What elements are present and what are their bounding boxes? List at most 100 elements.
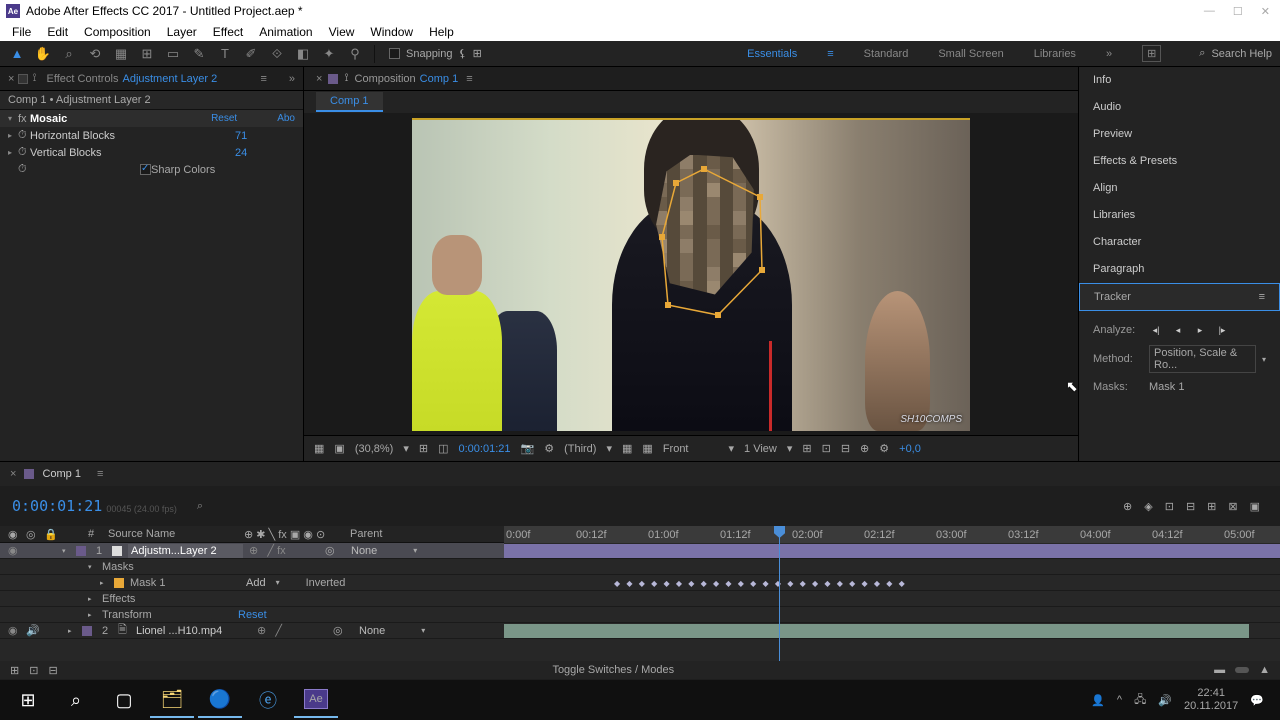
menu-window[interactable]: Window: [364, 25, 419, 39]
sharp-colors-checkbox[interactable]: [140, 164, 151, 175]
vc-icon[interactable]: ⊕: [860, 442, 869, 455]
tl-tool-icon[interactable]: ⊟: [1186, 500, 1195, 513]
tl-footer-icon[interactable]: ⊡: [29, 664, 38, 677]
panel-tracker[interactable]: Tracker≡: [1079, 283, 1280, 311]
tray-people-icon[interactable]: 👤: [1091, 694, 1105, 707]
zoom-in-icon[interactable]: ▲: [1259, 664, 1270, 676]
zoom-slider[interactable]: [1235, 667, 1249, 673]
prop-value[interactable]: 71: [235, 130, 295, 142]
panel-align[interactable]: Align: [1079, 175, 1280, 202]
start-button[interactable]: ⊞: [6, 682, 50, 718]
tray-volume-icon[interactable]: 🔊: [1158, 694, 1172, 707]
vc-icon[interactable]: ⊟: [841, 442, 850, 455]
toggle-switches[interactable]: Toggle Switches / Modes: [552, 664, 674, 676]
zoom-out-icon[interactable]: ▬: [1214, 664, 1225, 676]
mask-name[interactable]: Mask 1: [130, 577, 240, 589]
workspace-small-screen[interactable]: Small Screen: [938, 48, 1003, 60]
analyze-forward-one[interactable]: |▸: [1215, 323, 1229, 337]
menu-effect[interactable]: Effect: [207, 25, 249, 39]
selection-tool[interactable]: ▲: [8, 45, 26, 63]
panel-audio[interactable]: Audio: [1079, 94, 1280, 121]
parent-dropdown[interactable]: None: [351, 545, 377, 557]
chrome-icon[interactable]: 🔵: [198, 682, 242, 718]
explorer-icon[interactable]: 🗂: [150, 682, 194, 718]
panel-character[interactable]: Character: [1079, 229, 1280, 256]
task-view-button[interactable]: ▢: [102, 682, 146, 718]
twisty-icon[interactable]: ▸: [8, 148, 18, 157]
stopwatch-icon[interactable]: ⏱: [18, 146, 30, 159]
vc-icon[interactable]: ⚙: [544, 442, 554, 455]
timeline-tracks[interactable]: 0:00f 00:12f 01:00f 01:12f 02:00f 02:12f…: [504, 526, 1280, 661]
menu-composition[interactable]: Composition: [78, 25, 157, 39]
panel-paragraph[interactable]: Paragraph: [1079, 256, 1280, 283]
menu-file[interactable]: File: [6, 25, 37, 39]
effects-group[interactable]: ▸ Effects: [0, 591, 504, 607]
comp-subtab[interactable]: Comp 1: [316, 92, 383, 112]
vc-icon[interactable]: ◫: [438, 442, 448, 455]
stopwatch-icon[interactable]: ⏱: [18, 129, 30, 142]
zoom-value[interactable]: (30,8%): [355, 443, 394, 455]
timeline-tab[interactable]: Comp 1: [42, 468, 81, 480]
resolution-dropdown[interactable]: (Third): [564, 443, 596, 455]
fx-icon[interactable]: fx: [18, 113, 30, 125]
twisty-icon[interactable]: ▾: [62, 547, 70, 555]
tl-tool-icon[interactable]: ◈: [1144, 500, 1152, 513]
views-dropdown[interactable]: 1 View: [744, 443, 777, 455]
layer-row-1[interactable]: ◉ ▾ 1 Adjustm...Layer 2 ⊕ ╱ fx ◎ None▾: [0, 543, 504, 559]
panel-menu-icon[interactable]: ≡: [97, 468, 103, 480]
pan-behind-tool[interactable]: ⊞: [138, 45, 156, 63]
panel-preview[interactable]: Preview: [1079, 121, 1280, 148]
tl-footer-icon[interactable]: ⊟: [48, 664, 57, 677]
eye-col-icon[interactable]: ◉: [8, 528, 20, 541]
panel-effects-presets[interactable]: Effects & Presets: [1079, 148, 1280, 175]
after-effects-icon[interactable]: Ae: [294, 682, 338, 718]
close-button[interactable]: ✕: [1261, 5, 1270, 18]
clone-tool[interactable]: ⟐: [268, 45, 286, 63]
lock-icon[interactable]: ⟟: [344, 72, 348, 85]
workspace-menu-icon[interactable]: ≡: [827, 48, 833, 60]
tray-notifications-icon[interactable]: 💬: [1250, 694, 1264, 707]
analyze-back-one[interactable]: ◂|: [1149, 323, 1163, 337]
tl-tool-icon[interactable]: ⊕: [1123, 500, 1132, 513]
tray-network-icon[interactable]: 🖧: [1134, 691, 1146, 710]
timeline-search-icon[interactable]: ⌕: [197, 500, 203, 513]
pen-tool[interactable]: ✎: [190, 45, 208, 63]
tl-tool-icon[interactable]: ⊠: [1228, 500, 1237, 513]
menu-layer[interactable]: Layer: [161, 25, 203, 39]
menu-edit[interactable]: Edit: [41, 25, 74, 39]
twisty-icon[interactable]: ▾: [8, 114, 18, 123]
vc-icon[interactable]: ▦: [642, 442, 652, 455]
workspace-overflow-icon[interactable]: »: [1106, 48, 1112, 60]
layer-name[interactable]: Adjustm...Layer 2: [128, 544, 243, 558]
search-button[interactable]: ⌕: [54, 682, 98, 718]
layer-row-2[interactable]: ◉ 🔊 ▸ 2 🗎 Lionel ...H10.mp4 ⊕ ╱ ◎ None▾: [0, 623, 504, 639]
roto-tool[interactable]: ✦: [320, 45, 338, 63]
tl-footer-icon[interactable]: ⊞: [10, 664, 19, 677]
tray-up-icon[interactable]: ^: [1117, 694, 1122, 706]
panel-overflow-icon[interactable]: »: [289, 73, 295, 85]
panel-info[interactable]: Info: [1079, 67, 1280, 94]
hand-tool[interactable]: ✋: [34, 45, 52, 63]
eraser-tool[interactable]: ◧: [294, 45, 312, 63]
transform-group[interactable]: ▸ Transform Reset: [0, 607, 504, 623]
composition-viewer[interactable]: SH10COMPS: [304, 113, 1078, 435]
effect-controls-tab[interactable]: Effect Controls: [47, 73, 119, 85]
masks-group[interactable]: ▾ Masks: [0, 559, 504, 575]
lock-icon[interactable]: ⟟: [32, 72, 36, 85]
snap-opt-icon[interactable]: ⚸: [459, 47, 467, 60]
inverted-label[interactable]: Inverted: [306, 577, 346, 589]
menu-animation[interactable]: Animation: [253, 25, 318, 39]
workspace-standard[interactable]: Standard: [864, 48, 909, 60]
snapshot-icon[interactable]: 📷: [521, 442, 535, 455]
snapping-checkbox[interactable]: [389, 48, 400, 59]
workspace-essentials[interactable]: Essentials: [747, 48, 797, 60]
tl-tool-icon[interactable]: ⊞: [1207, 500, 1216, 513]
zoom-tool[interactable]: ⌕: [60, 45, 78, 63]
maximize-button[interactable]: ☐: [1233, 5, 1243, 18]
mask-mode-dropdown[interactable]: Add: [246, 577, 266, 589]
tl-tool-icon[interactable]: ▣: [1250, 500, 1260, 513]
search-input[interactable]: Search Help: [1211, 48, 1272, 60]
playhead[interactable]: [779, 526, 780, 661]
layer-bar[interactable]: [504, 544, 1280, 558]
masks-value[interactable]: Mask 1: [1149, 381, 1184, 393]
